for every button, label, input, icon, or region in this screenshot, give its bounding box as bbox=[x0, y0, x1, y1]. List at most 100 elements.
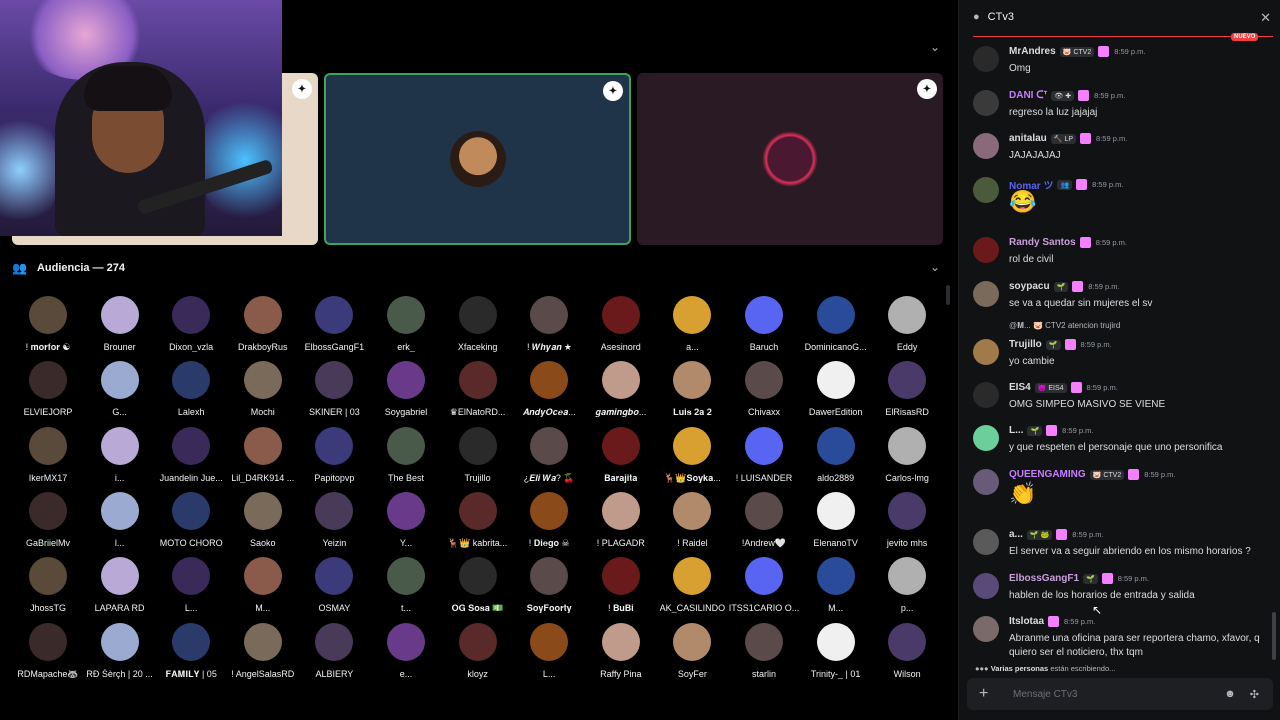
audience-member[interactable]: L... bbox=[513, 622, 585, 685]
audience-member[interactable]: ¿𝑬𝒍𝒊 𝑾𝒂? 🍒 bbox=[513, 426, 585, 489]
audience-member[interactable]: ! LUISANDER bbox=[728, 426, 800, 489]
audience-member[interactable]: ! PLAGADR bbox=[585, 491, 657, 554]
avatar[interactable] bbox=[973, 237, 999, 263]
audience-member[interactable]: Eddy bbox=[871, 296, 943, 358]
audience-member[interactable]: Juandelin Jue... bbox=[155, 426, 227, 489]
audience-member[interactable]: 🦌👑𝐒𝐨𝐲𝐤𝐚... bbox=[656, 426, 728, 489]
username[interactable]: soypacu bbox=[1009, 281, 1050, 292]
audience-member[interactable]: SoyFer bbox=[656, 622, 728, 685]
audience-member[interactable]: ALBIERY bbox=[298, 622, 370, 685]
audience-member[interactable]: starlin bbox=[728, 622, 800, 685]
audience-member[interactable]: !Andrew🤍 bbox=[728, 491, 800, 554]
audience-member[interactable]: p... bbox=[871, 557, 943, 619]
audience-member[interactable]: 𝑨𝒏𝒅𝒚𝑶𝒄𝒆𝒂... bbox=[513, 361, 585, 423]
audience-member[interactable]: Lil_D4RK914 ... bbox=[227, 426, 299, 489]
scrollbar[interactable] bbox=[1272, 612, 1276, 660]
shield-icon[interactable]: ✦ bbox=[917, 79, 937, 99]
audience-member[interactable]: DrakboyRus bbox=[227, 296, 299, 358]
username[interactable]: QUEENGAMING bbox=[1009, 469, 1086, 480]
avatar[interactable] bbox=[973, 46, 999, 72]
audience-member[interactable]: 🦌👑 kabrita... bbox=[442, 491, 514, 554]
audience-member[interactable]: Y... bbox=[370, 491, 442, 554]
audience-member[interactable]: The Best bbox=[370, 426, 442, 489]
avatar[interactable] bbox=[973, 90, 999, 116]
username[interactable]: Randy Santos bbox=[1009, 237, 1076, 248]
username[interactable]: MrAndres bbox=[1009, 46, 1056, 57]
audience-member[interactable]: 𝐎𝐆 𝐒𝐨𝐬𝐚 💵 bbox=[442, 557, 514, 619]
close-icon[interactable]: ✕ bbox=[1260, 10, 1271, 26]
audience-member[interactable]: 𝐅𝐀𝐌𝐈𝐋𝐘 | 05 bbox=[155, 622, 227, 685]
audience-member[interactable]: ! 𝐁𝐮𝐁𝐢 bbox=[585, 557, 657, 619]
avatar[interactable] bbox=[973, 281, 999, 307]
audience-member[interactable]: ♛ElNatoRD... bbox=[442, 361, 514, 423]
avatar[interactable] bbox=[973, 382, 999, 408]
avatar[interactable] bbox=[973, 177, 999, 203]
audience-member[interactable]: Carlos-lmg bbox=[871, 426, 943, 489]
audience-member[interactable]: IkerMX17 bbox=[12, 426, 84, 489]
audience-member[interactable]: ElbossGangF1 bbox=[298, 296, 370, 358]
audience-member[interactable]: ! 𝑾𝒉𝒚𝒂𝒏 ★ bbox=[513, 296, 585, 358]
avatar[interactable] bbox=[973, 616, 999, 642]
audience-member[interactable]: GaBriielMv bbox=[12, 491, 84, 554]
audience-member[interactable]: Yeizin bbox=[298, 491, 370, 554]
audience-member[interactable]: RDMapache🦝 bbox=[12, 622, 84, 685]
username[interactable]: Itslotaa bbox=[1009, 616, 1044, 627]
audience-member[interactable]: G... bbox=[84, 361, 156, 423]
audience-member[interactable]: Baruch bbox=[728, 296, 800, 358]
message-input[interactable]: Mensaje CTv3 bbox=[1013, 689, 1224, 700]
audience-member[interactable]: DominicanoG... bbox=[800, 296, 872, 358]
apps-icon[interactable]: ✣ bbox=[1250, 688, 1259, 701]
audience-member[interactable]: ELVIEJORP bbox=[12, 361, 84, 423]
audience-member[interactable]: LAPARA RD bbox=[84, 557, 156, 619]
audience-member[interactable]: Chivaxx bbox=[728, 361, 800, 423]
username[interactable]: ElbossGangF1 bbox=[1009, 573, 1079, 584]
reply-preview[interactable]: @𝐌... 🐷 CTV2 atencion trujird bbox=[1009, 321, 1120, 331]
audience-member[interactable]: L... bbox=[155, 557, 227, 619]
audience-member[interactable]: Papitopvp bbox=[298, 426, 370, 489]
username[interactable]: anitalau bbox=[1009, 133, 1047, 144]
audience-member[interactable]: ElRisasRD bbox=[871, 361, 943, 423]
audience-header[interactable]: 👥 Audiencia — 274 bbox=[12, 260, 125, 276]
username[interactable]: EIS4 bbox=[1009, 382, 1031, 393]
audience-member[interactable]: Brouner bbox=[84, 296, 156, 358]
username[interactable]: L... bbox=[1009, 425, 1023, 436]
audience-member[interactable]: MOTO CHORO bbox=[155, 491, 227, 554]
audience-member[interactable]: Trinity-_ | 01 bbox=[800, 622, 872, 685]
audience-member[interactable]: JhossTG bbox=[12, 557, 84, 619]
avatar[interactable] bbox=[973, 339, 999, 365]
stage-tile-listener[interactable]: ✦ bbox=[637, 73, 943, 245]
audience-member[interactable]: 𝐋𝐮𝐢𝐬 𝟐𝐚 𝟐 bbox=[656, 361, 728, 423]
audience-member[interactable]: AK_CASILINDO bbox=[656, 557, 728, 619]
audience-member[interactable]: 𝒈𝒂𝒎𝒊𝒏𝒈𝒃𝒐... bbox=[585, 361, 657, 423]
audience-member[interactable]: DawerEdition bbox=[800, 361, 872, 423]
scrollbar[interactable] bbox=[946, 285, 950, 305]
audience-member[interactable]: ! 𝐦𝐨𝐫𝐟𝐨𝐫 ☯ bbox=[12, 296, 84, 358]
audience-member[interactable]: ! Raidel bbox=[656, 491, 728, 554]
audience-member[interactable]: Wilson bbox=[871, 622, 943, 685]
audience-member[interactable]: Raffy Pina bbox=[585, 622, 657, 685]
avatar[interactable] bbox=[973, 133, 999, 159]
audience-member[interactable]: RÐ Śèrçh | 20 ... bbox=[84, 622, 156, 685]
avatar[interactable] bbox=[973, 573, 999, 599]
audience-member[interactable]: Soygabriel bbox=[370, 361, 442, 423]
audience-member[interactable]: t... bbox=[370, 557, 442, 619]
audience-member[interactable]: jevito mhs bbox=[871, 491, 943, 554]
username[interactable]: Trujillo bbox=[1009, 339, 1042, 350]
audience-member[interactable]: Dixon_vzla bbox=[155, 296, 227, 358]
avatar[interactable] bbox=[973, 425, 999, 451]
audience-member[interactable]: i... bbox=[84, 426, 156, 489]
audience-member[interactable]: l... bbox=[84, 491, 156, 554]
chevron-down-icon[interactable]: ⌄ bbox=[930, 260, 940, 274]
audience-member[interactable]: Xfaceking bbox=[442, 296, 514, 358]
audience-member[interactable]: Mochi bbox=[227, 361, 299, 423]
avatar[interactable] bbox=[973, 529, 999, 555]
shield-icon[interactable]: ✦ bbox=[292, 79, 312, 99]
shield-icon[interactable]: ✦ bbox=[603, 81, 623, 101]
audience-member[interactable]: ITSS1CARIO O... bbox=[728, 557, 800, 619]
audience-member[interactable]: M... bbox=[227, 557, 299, 619]
audience-member[interactable]: 𝐁𝐚𝐫𝐚𝐣𝐢𝐭𝐚 bbox=[585, 426, 657, 489]
audience-member[interactable]: ! AngelSalasRD bbox=[227, 622, 299, 685]
audience-member[interactable]: Asesinord bbox=[585, 296, 657, 358]
username[interactable]: DANI ᑕᐪ bbox=[1009, 90, 1047, 101]
audience-member[interactable]: M... bbox=[800, 557, 872, 619]
